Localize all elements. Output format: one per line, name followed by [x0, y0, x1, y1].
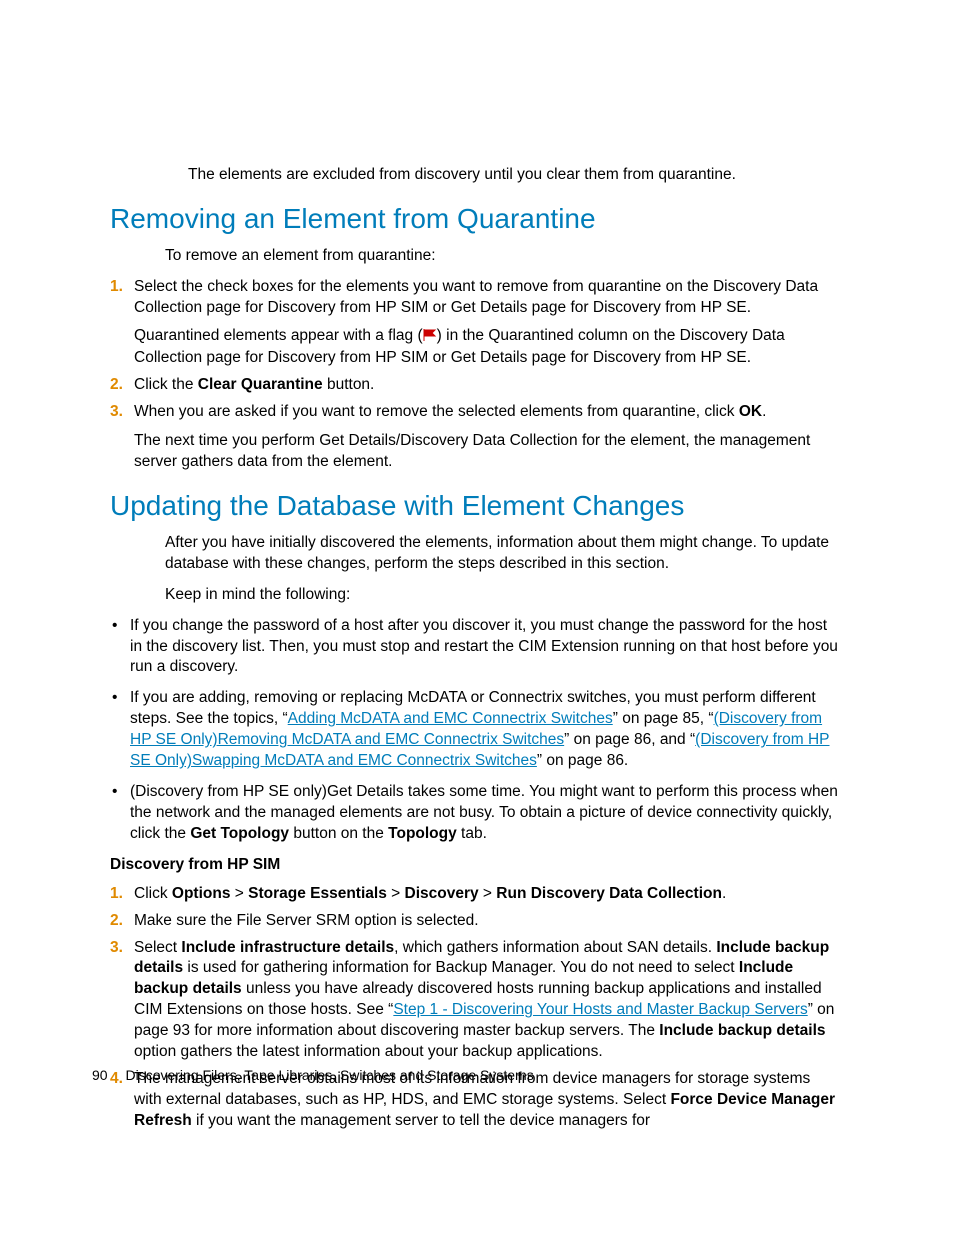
list-item: 3. Select Include infrastructure details… — [110, 938, 839, 1064]
discovery-steps-list: 1. Click Options > Storage Essentials > … — [110, 884, 839, 1132]
list-item: 3. When you are asked if you want to rem… — [110, 402, 839, 473]
heading-removing-quarantine: Removing an Element from Quarantine — [110, 200, 839, 238]
step-text: Select the check boxes for the elements … — [134, 278, 818, 316]
list-marker: 2. — [110, 911, 123, 932]
list-item: If you change the password of a host aft… — [110, 616, 839, 679]
bold-text: Topology — [388, 825, 457, 842]
list-marker: 2. — [110, 375, 123, 396]
list-marker: 1. — [110, 277, 123, 298]
step-subtext: The next time you perform Get Details/Di… — [134, 431, 839, 473]
page-footer: 90 Discovering Filers, Tape Libraries, S… — [92, 1066, 534, 1085]
link-adding-switches[interactable]: Adding McDATA and EMC Connectrix Switche… — [288, 710, 613, 727]
bold-text: Storage Essentials — [248, 885, 387, 902]
document-page: The elements are excluded from discovery… — [0, 0, 954, 1235]
bold-text: Run Discovery Data Collection — [496, 885, 722, 902]
page-number: 90 — [92, 1067, 108, 1083]
list-marker: 1. — [110, 884, 123, 905]
section-intro: To remove an element from quarantine: — [165, 246, 839, 267]
list-item: 2. Make sure the File Server SRM option … — [110, 911, 839, 932]
step-subtext: Quarantined elements appear with a flag … — [134, 326, 839, 369]
bold-text: Options — [172, 885, 231, 902]
list-marker: 3. — [110, 402, 123, 423]
list-item: 2. Click the Clear Quarantine button. — [110, 375, 839, 396]
list-item: (Discovery from HP SE only)Get Details t… — [110, 782, 839, 845]
section-paragraph: Keep in mind the following: — [165, 585, 839, 606]
list-item: 1. Click Options > Storage Essentials > … — [110, 884, 839, 905]
intro-text: The elements are excluded from discovery… — [188, 165, 839, 186]
subheading-discovery-hp-sim: Discovery from HP SIM — [110, 855, 839, 876]
bold-text: Get Topology — [190, 825, 289, 842]
list-item: If you are adding, removing or replacing… — [110, 688, 839, 772]
notes-bullet-list: If you change the password of a host aft… — [110, 616, 839, 845]
bold-text: Include infrastructure details — [181, 939, 394, 956]
bold-text: Discovery — [405, 885, 479, 902]
heading-updating-database: Updating the Database with Element Chang… — [110, 487, 839, 525]
section-paragraph: After you have initially discovered the … — [165, 533, 839, 575]
bold-text: OK — [739, 403, 762, 420]
list-marker: 3. — [110, 938, 123, 959]
link-step1-discovering-hosts[interactable]: Step 1 - Discovering Your Hosts and Mast… — [393, 1001, 807, 1018]
footer-title: Discovering Filers, Tape Libraries, Swit… — [125, 1067, 533, 1083]
bold-text: Include backup details — [659, 1022, 825, 1039]
quarantine-steps-list: 1. Select the check boxes for the elemen… — [110, 277, 839, 473]
bold-text: Clear Quarantine — [198, 376, 323, 393]
flag-icon — [423, 327, 437, 348]
list-item: 1. Select the check boxes for the elemen… — [110, 277, 839, 370]
